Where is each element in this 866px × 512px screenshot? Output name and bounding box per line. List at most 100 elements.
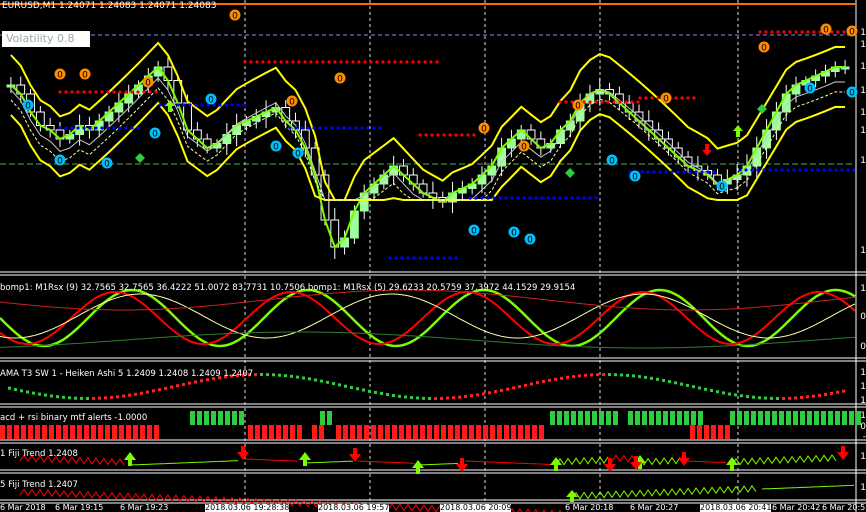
support-dot <box>676 170 680 174</box>
heiken-dot <box>302 376 305 380</box>
signal-bar-down <box>70 425 75 439</box>
resistance-dot <box>315 60 319 64</box>
support-dot <box>658 170 662 174</box>
signal-bar-down <box>77 425 82 439</box>
resistance-dot <box>764 30 768 34</box>
signal-bar-down <box>427 425 432 439</box>
fiji5-up-segment <box>761 484 855 490</box>
rsx-header: bomp1: M1Rsx (9) 32.7565 32.7565 36.4222… <box>0 283 576 293</box>
time-axis-label: 2018.03.06 20:41 <box>700 503 772 512</box>
resistance-dot <box>600 100 604 104</box>
support-dot <box>480 196 484 200</box>
signal-top-label: 0 <box>521 143 527 153</box>
signal-bar-up <box>606 411 611 425</box>
heiken-dot <box>560 376 563 380</box>
support-dot <box>360 126 364 130</box>
fiji-up-segment <box>731 454 837 466</box>
heiken-dot <box>752 395 755 399</box>
price-axis-tick: 1 <box>860 40 866 50</box>
heiken-dot <box>662 378 665 382</box>
heiken-dot <box>716 390 719 394</box>
fiji5-header: 5 Fiji Trend 1.2407 <box>0 480 78 490</box>
time-axis-label: 6 Mar 20:18 <box>565 503 614 512</box>
signal-bar-up <box>663 411 668 425</box>
signal-bar-down <box>98 425 103 439</box>
support-dot <box>546 196 550 200</box>
heiken-dot <box>176 384 179 388</box>
resistance-dot <box>249 60 253 64</box>
chart-canvas[interactable]: 0 0 0 0 0 0 0 0 0 0 0 0 0 0 0 0 0 0 0 0 0 0 0 0 0 0 0 0 <box>0 0 866 512</box>
candle <box>349 210 359 239</box>
candle <box>183 102 192 131</box>
signal-bar-down <box>697 425 702 439</box>
macd-axis-tick: 1 <box>860 411 866 421</box>
resistance-dot <box>303 60 307 64</box>
heiken-dot <box>386 393 389 396</box>
fiji-up-segment <box>639 456 681 466</box>
heiken-dot <box>260 373 263 376</box>
heiken-dot <box>440 396 443 400</box>
resistance-dot <box>94 90 98 94</box>
support-dot <box>430 256 434 260</box>
price-axis-tick: 1 <box>860 246 866 256</box>
heiken-dot <box>746 395 749 399</box>
heiken-dot <box>608 373 611 376</box>
heiken-dot <box>698 386 701 390</box>
resistance-dot <box>758 30 762 34</box>
heiken-dot <box>14 388 17 391</box>
signal-bar-down <box>112 425 117 439</box>
signal-bar-down <box>126 425 131 439</box>
signal-bar-down <box>448 425 453 439</box>
fiji-arrow-down-icon <box>237 446 249 460</box>
resistance-dot <box>136 90 140 94</box>
signal-bar-up <box>698 411 703 425</box>
heiken-dot <box>638 375 641 379</box>
heiken-dot <box>590 373 593 377</box>
heiken-dot <box>128 393 131 397</box>
resistance-dot <box>399 60 403 64</box>
signal-top-label: 0 <box>57 71 63 81</box>
signal-bar-down <box>91 425 96 439</box>
resistance-dot <box>618 100 622 104</box>
support-dot <box>576 196 580 200</box>
heiken-dot <box>452 396 455 400</box>
signal-bottom-label: 0 <box>849 89 855 99</box>
heiken-dot <box>188 381 191 385</box>
resistance-dot <box>118 90 122 94</box>
support-dot <box>176 103 180 107</box>
price-pane[interactable]: 0 0 0 0 0 0 0 0 0 0 0 0 0 0 0 0 0 0 0 0 0 0 0 0 0 0 0 0 <box>6 9 858 260</box>
signal-bar-down <box>511 425 516 439</box>
heiken-dot <box>398 394 401 398</box>
signal-bar-down <box>441 425 446 439</box>
signal-bar-down <box>312 425 317 439</box>
resistance-dot <box>636 100 640 104</box>
resistance-dot <box>411 60 415 64</box>
fiji-axis-tick: 1 <box>860 483 866 493</box>
rsx-pane[interactable] <box>0 288 856 349</box>
signal-bar-down <box>290 425 295 439</box>
resistance-dot <box>273 60 277 64</box>
heiken-dot <box>254 373 257 377</box>
support-dot <box>552 196 556 200</box>
signal-bar-down <box>711 425 716 439</box>
support-dot <box>318 126 322 130</box>
signal-bar-up <box>807 411 812 425</box>
volatility-label[interactable]: Volatility 0.8 <box>2 31 90 47</box>
heiken-dot <box>56 395 59 399</box>
signal-bar-down <box>497 425 502 439</box>
resistance-dot <box>309 60 313 64</box>
resistance-dot <box>429 60 433 64</box>
support-dot <box>492 196 496 200</box>
signal-bar-down <box>262 425 267 439</box>
resistance-dot <box>656 96 660 100</box>
support-dot <box>570 196 574 200</box>
heiken-dot <box>542 380 545 383</box>
heiken-dot <box>380 392 383 395</box>
resistance-dot <box>148 90 152 94</box>
time-axis-label: 2018.03.06 19:57 <box>318 503 390 512</box>
support-dot <box>330 126 334 130</box>
signal-bar-up <box>758 411 763 425</box>
heiken-dot <box>104 396 107 400</box>
arrow-down-icon <box>702 144 712 156</box>
heiken-dot <box>596 373 599 377</box>
